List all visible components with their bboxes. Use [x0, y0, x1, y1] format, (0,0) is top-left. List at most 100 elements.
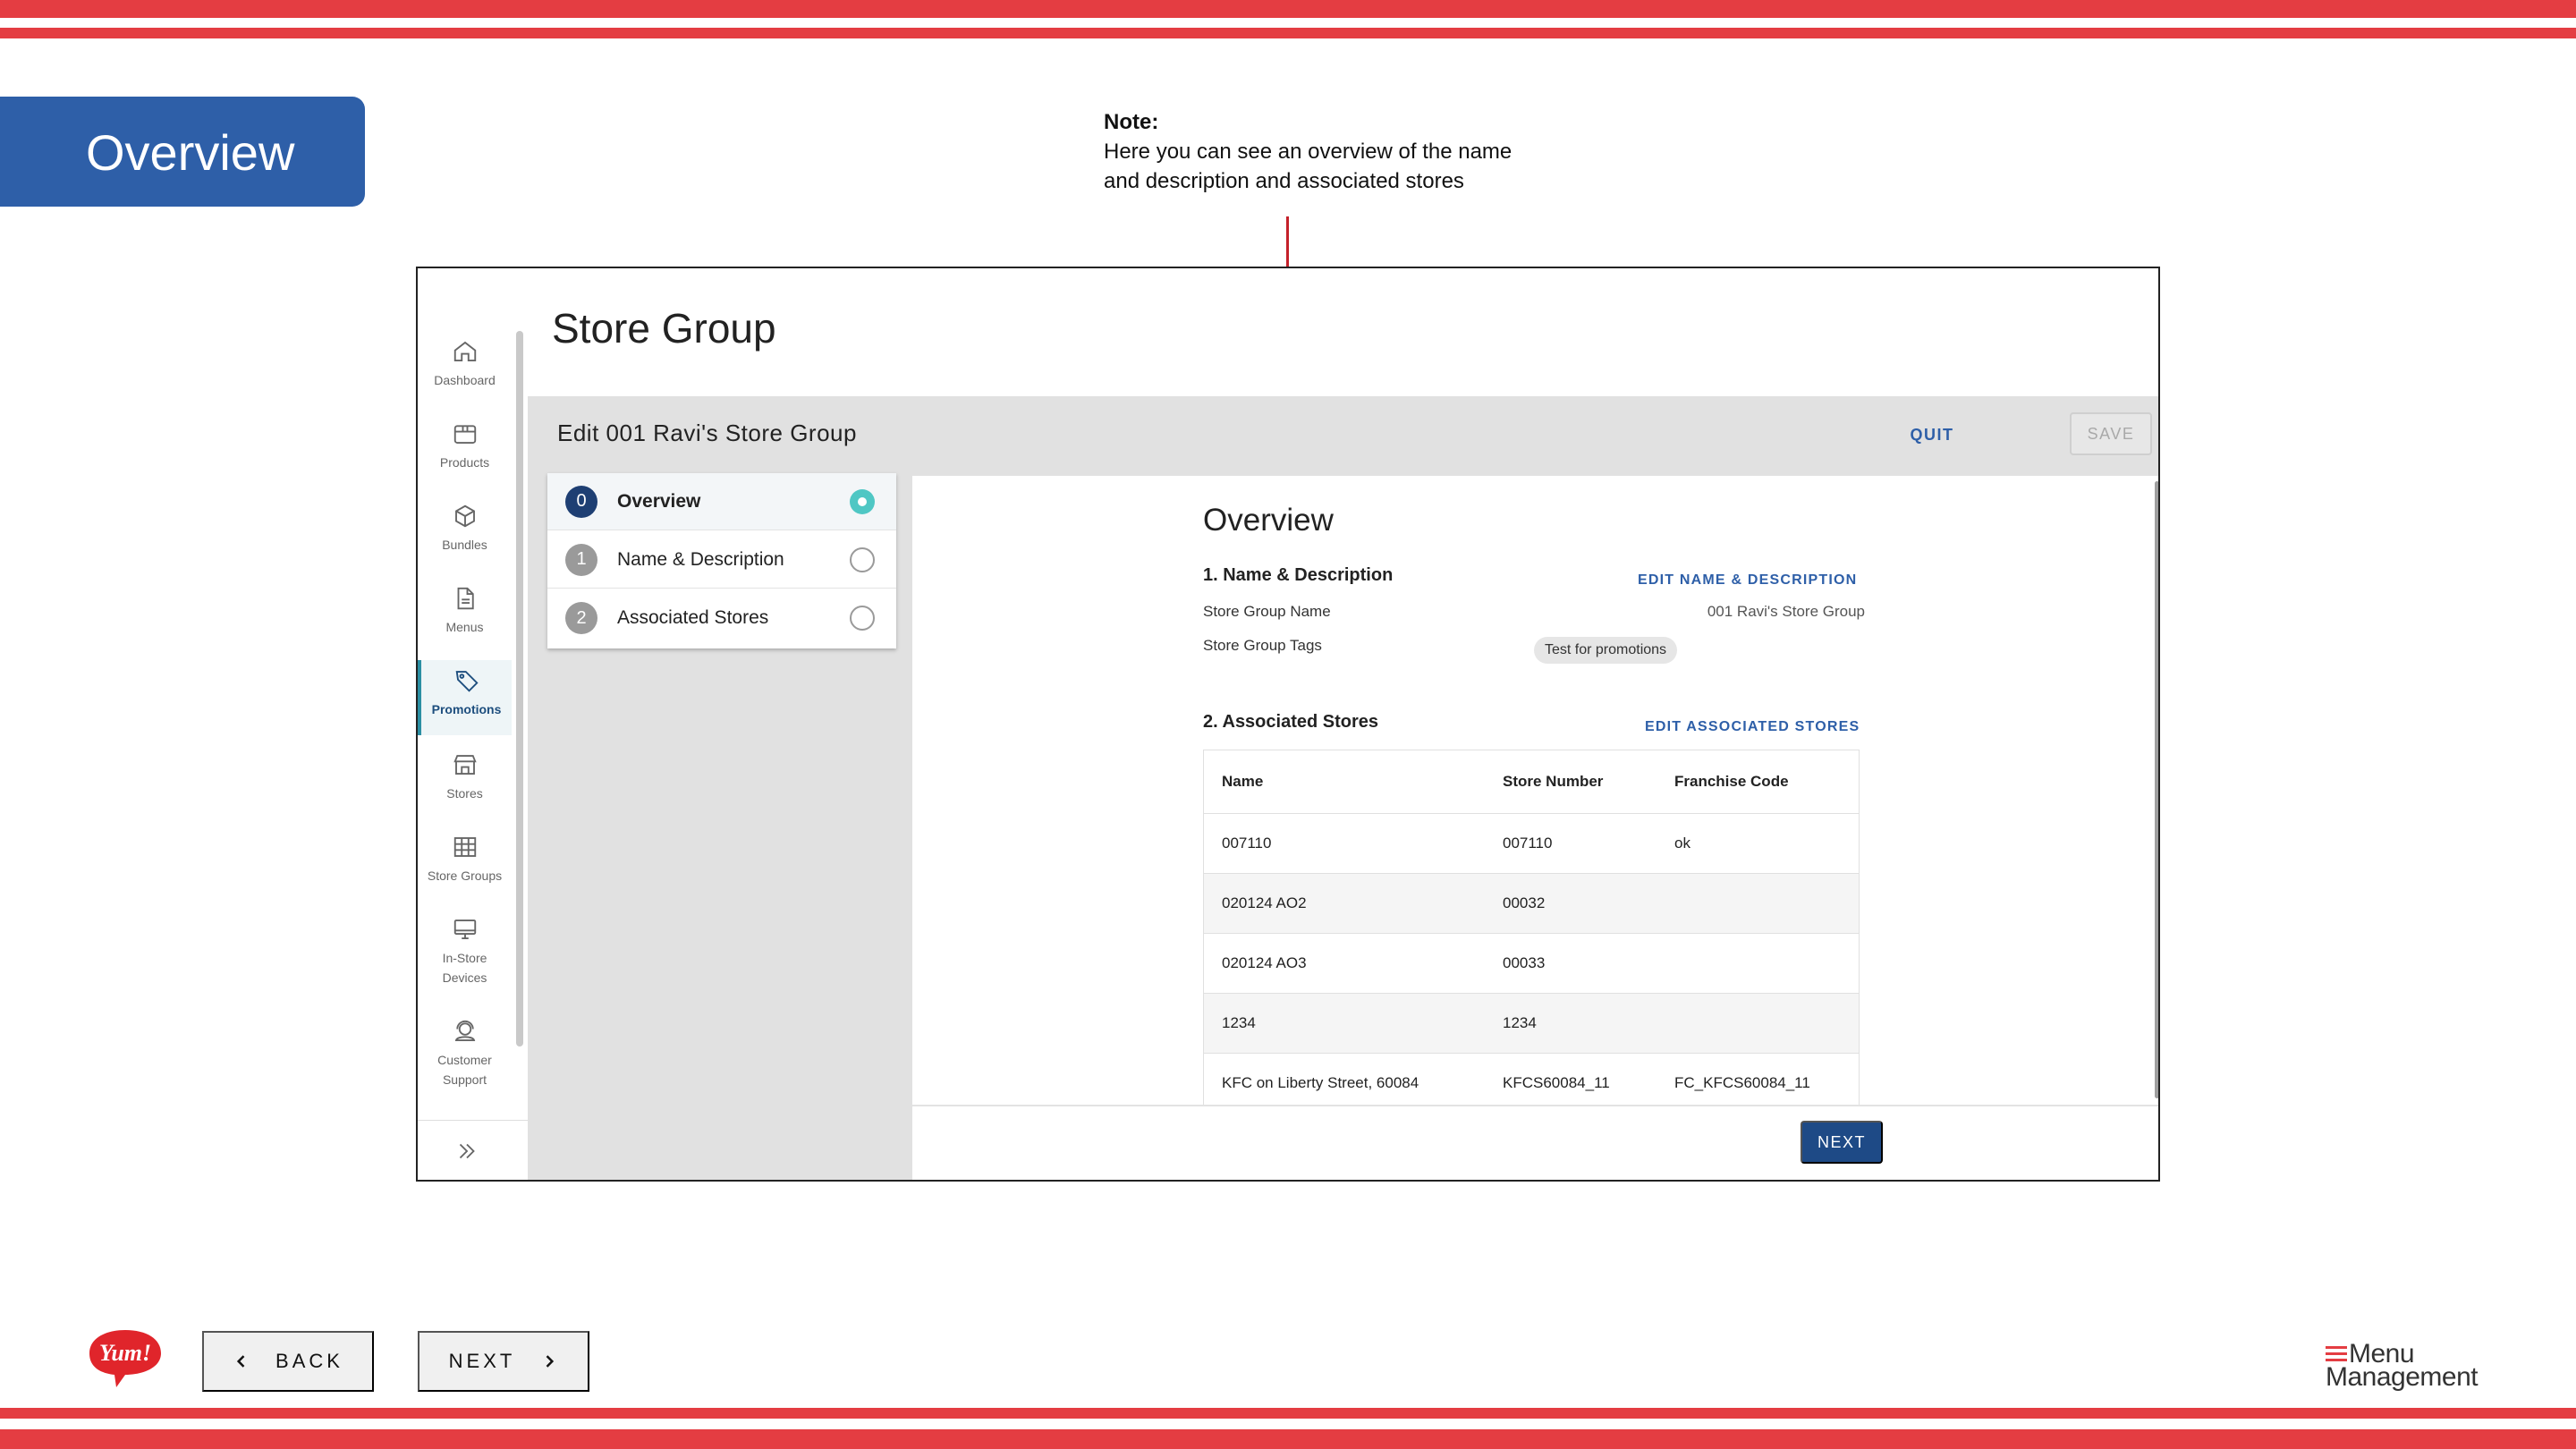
overview-title: Overview: [1203, 503, 1334, 538]
step-label: Overview: [617, 490, 701, 512]
chevron-right-icon: [546, 1355, 555, 1368]
top-stripe-thick: [0, 0, 2576, 18]
logo-text-management: Management: [2326, 1362, 2479, 1392]
sidebar-item-promotions[interactable]: Promotions: [418, 660, 512, 735]
storefront-icon: [453, 755, 477, 775]
next-step-button[interactable]: NEXT: [1801, 1121, 1883, 1164]
section-name-description-heading: 1. Name & Description: [1203, 565, 1394, 585]
column-header-name[interactable]: Name: [1222, 750, 1263, 813]
radio-empty-icon: [850, 606, 875, 631]
step-name-description[interactable]: 1 Name & Description: [547, 531, 896, 589]
content-scrollbar[interactable]: [2155, 481, 2158, 1098]
sidebar-nav: Dashboard Products Bundles Menus Promoti…: [418, 268, 528, 1180]
edit-name-description-link[interactable]: EDIT NAME & DESCRIPTION: [1638, 572, 1857, 589]
cell-store-number: 1234: [1503, 1014, 1537, 1031]
chevron-left-icon: [236, 1355, 245, 1368]
stepper: 0 Overview 1 Name & Description 2 Associ…: [547, 473, 896, 648]
back-button[interactable]: BACK: [202, 1331, 374, 1392]
sidebar-item-label: Stores: [446, 786, 483, 801]
note-callout: Note: Here you can see an overview of th…: [1104, 107, 1512, 196]
sidebar-item-in-store-devices[interactable]: In-Store Devices: [418, 909, 512, 998]
edit-title: Edit 001 Ravi's Store Group: [557, 419, 857, 446]
radio-selected-icon: [850, 489, 875, 514]
sidebar-divider: [418, 1120, 528, 1121]
step-overview[interactable]: 0 Overview: [547, 473, 896, 530]
cell-franchise-code: ok: [1674, 835, 1690, 852]
sidebar-item-bundles[interactable]: Bundles: [418, 496, 512, 569]
cell-store-number: KFCS60084_11: [1503, 1074, 1610, 1091]
step-associated-stores[interactable]: 2 Associated Stores: [547, 589, 896, 647]
column-header-store-number[interactable]: Store Number: [1503, 750, 1603, 813]
cell-name: 007110: [1222, 835, 1272, 852]
save-button[interactable]: SAVE: [2070, 412, 2152, 455]
cell-store-number: 00033: [1503, 954, 1546, 971]
sidebar-item-label: Promotions: [431, 702, 502, 716]
overview-content: Overview 1. Name & Description EDIT NAME…: [912, 476, 2158, 1105]
edit-associated-stores-link[interactable]: EDIT ASSOCIATED STORES: [1645, 719, 1860, 735]
double-chevron-right-icon[interactable]: [453, 1138, 480, 1165]
table-row: 1234 1234: [1204, 994, 1859, 1054]
sidebar-scrollbar[interactable]: [516, 331, 523, 1046]
store-group-name-value: 001 Ravi's Store Group: [1707, 603, 1865, 620]
slide-title-tab: Overview: [0, 97, 365, 207]
associated-stores-table: Name Store Number Franchise Code 007110 …: [1203, 750, 1860, 1105]
cell-store-number: 007110: [1503, 835, 1553, 852]
cell-name: 020124 AO2: [1222, 894, 1307, 911]
back-button-label: BACK: [275, 1350, 343, 1372]
sidebar-item-customer-support[interactable]: Customer Support: [418, 1011, 512, 1100]
headset-icon: [454, 1020, 475, 1041]
sidebar-item-label: Menus: [445, 620, 484, 634]
app-screenshot-frame: Dashboard Products Bundles Menus Promoti…: [416, 267, 2160, 1182]
table-header-row: Name Store Number Franchise Code: [1204, 750, 1859, 814]
sidebar-item-menus[interactable]: Menus: [418, 578, 512, 651]
sidebar-item-label: Bundles: [442, 538, 487, 552]
cell-franchise-code: FC_KFCS60084_11: [1674, 1074, 1810, 1091]
store-group-tags-label: Store Group Tags: [1203, 637, 1322, 654]
sidebar-item-label: In-Store Devices: [442, 951, 487, 985]
column-header-franchise-code[interactable]: Franchise Code: [1674, 750, 1789, 813]
home-icon: [453, 341, 476, 361]
document-icon: [457, 587, 474, 610]
radio-empty-icon: [850, 547, 875, 572]
box-icon: [453, 425, 476, 444]
step-number: 2: [565, 602, 597, 634]
sidebar-item-label: Store Groups: [427, 869, 503, 883]
step-label: Associated Stores: [617, 607, 769, 628]
cell-name: 1234: [1222, 1014, 1256, 1031]
page-title: Store Group: [552, 305, 776, 352]
table-row: 020124 AO3 00033: [1204, 934, 1859, 994]
cell-store-number: 00032: [1503, 894, 1546, 911]
section-associated-stores-heading: 2. Associated Stores: [1203, 712, 1379, 732]
note-line-1: Here you can see an overview of the name: [1104, 140, 1513, 164]
top-stripe-thin: [0, 28, 2576, 38]
grid-icon: [453, 837, 476, 857]
cell-name: 020124 AO3: [1222, 954, 1307, 971]
content-footer: NEXT: [912, 1105, 2158, 1180]
cell-name: KFC on Liberty Street, 60084: [1222, 1074, 1419, 1091]
yum-logo-text: Yum!: [99, 1340, 151, 1366]
slide-title: Overview: [86, 124, 295, 181]
next-button[interactable]: NEXT: [418, 1331, 589, 1392]
cube-icon: [454, 504, 475, 528]
sidebar-item-dashboard[interactable]: Dashboard: [418, 331, 512, 404]
sidebar-item-products[interactable]: Products: [418, 413, 512, 487]
menu-management-logo: Menu Management: [2326, 1341, 2496, 1394]
sidebar-item-stores[interactable]: Stores: [418, 744, 512, 818]
sidebar-item-store-groups[interactable]: Store Groups: [418, 826, 512, 900]
sidebar-item-label: Dashboard: [434, 373, 496, 387]
note-line-2: and description and associated stores: [1104, 169, 1464, 193]
note-heading: Note:: [1104, 110, 1159, 134]
step-number: 1: [565, 543, 597, 576]
store-group-name-label: Store Group Name: [1203, 603, 1331, 620]
menu-lines-icon: [2326, 1346, 2347, 1361]
quit-button[interactable]: QUIT: [1896, 414, 1968, 455]
table-row: KFC on Liberty Street, 60084 KFCS60084_1…: [1204, 1054, 1859, 1105]
monitor-icon: [453, 919, 476, 939]
step-label: Name & Description: [617, 548, 784, 570]
sidebar-item-label: Customer Support: [437, 1053, 492, 1087]
next-button-label: NEXT: [448, 1350, 516, 1372]
step-number: 0: [565, 485, 597, 518]
store-group-tag-chip: Test for promotions: [1534, 637, 1678, 664]
table-row: 007110 007110 ok: [1204, 814, 1859, 874]
tag-icon: [455, 671, 479, 692]
